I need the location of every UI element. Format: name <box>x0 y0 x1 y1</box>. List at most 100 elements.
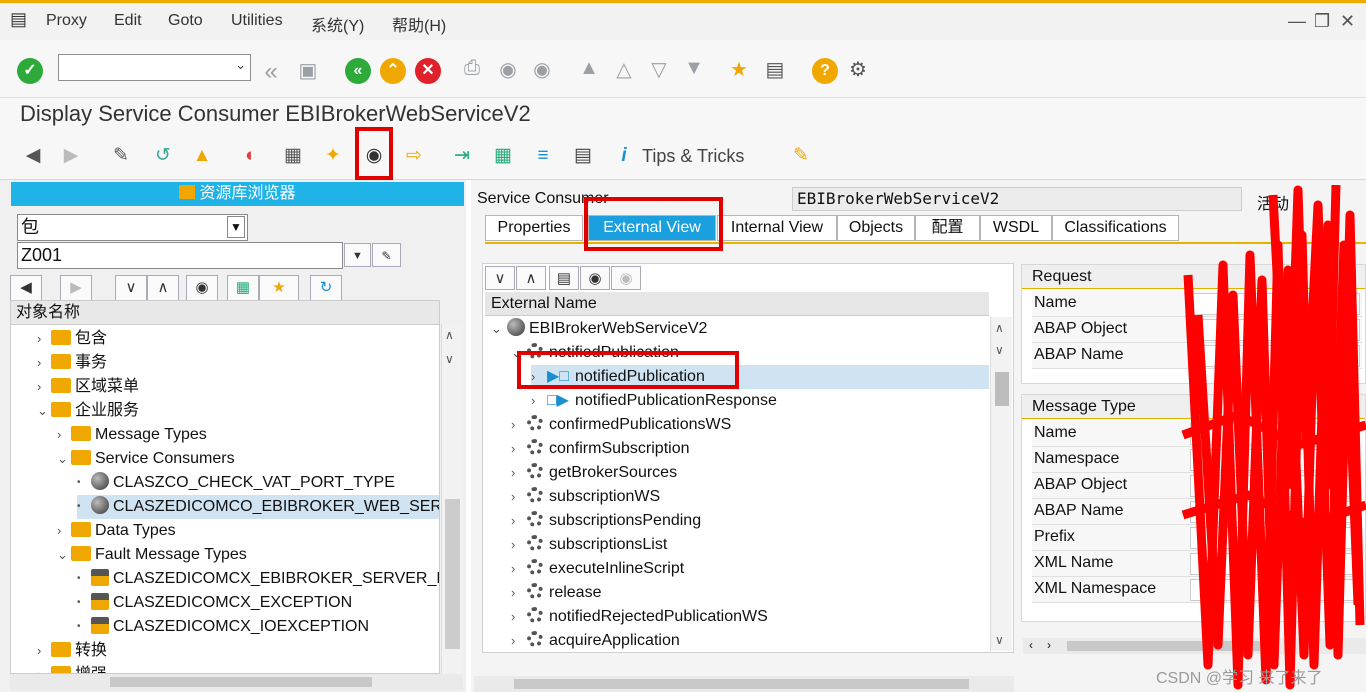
details-icon[interactable]: ▤ <box>549 266 579 290</box>
tree-node-ioexception[interactable]: • CLASZEDICOMCX_IOEXCEPTION <box>77 615 369 639</box>
chevron-right-icon[interactable]: › <box>37 375 49 399</box>
activate-icon[interactable]: ▲ <box>189 143 215 169</box>
chevron-down-icon[interactable]: ⌄ <box>491 317 503 341</box>
create-session-icon[interactable]: ★ <box>728 57 750 81</box>
next-page-icon[interactable]: ▽ <box>648 57 670 81</box>
tab-objects[interactable]: Objects <box>837 215 915 241</box>
chevron-right-icon[interactable]: › <box>37 327 49 351</box>
scroll-left-icon[interactable]: ‹ <box>1029 638 1033 652</box>
tree-node-operation[interactable]: › release <box>511 581 601 605</box>
sap-menu-icon[interactable]: ▤ <box>10 9 27 30</box>
refresh-icon[interactable]: ↻ <box>310 275 342 301</box>
chevron-right-icon[interactable]: › <box>37 639 49 663</box>
tree-node-operation[interactable]: › confirmSubscription <box>511 437 690 461</box>
tab-configuration[interactable]: 配置 <box>915 215 980 241</box>
tab-classifications[interactable]: Classifications <box>1052 215 1179 241</box>
help-icon[interactable]: ? <box>812 58 838 84</box>
scroll-thumb[interactable] <box>514 679 969 689</box>
import-icon[interactable]: ⇥ <box>449 143 475 169</box>
menu-help[interactable]: 帮助(H) <box>392 12 446 36</box>
find-icon[interactable]: ◉ <box>497 57 519 81</box>
favorites-star-icon[interactable]: ★ <box>259 275 299 301</box>
settings-gear-icon[interactable]: ⚙ <box>847 57 869 81</box>
collapse-all-icon[interactable]: ∧ <box>147 275 179 301</box>
object-name-input[interactable]: Z001 <box>17 242 343 269</box>
chevron-down-icon[interactable]: ⌄ <box>57 447 69 471</box>
chevron-down-icon[interactable]: ⌄ <box>57 543 69 567</box>
restore-icon[interactable]: ❐ <box>1314 11 1330 32</box>
chevron-right-icon[interactable]: › <box>511 557 523 581</box>
close-window-icon[interactable]: ✕ <box>1340 11 1355 32</box>
expand-all-icon[interactable]: ∨ <box>485 266 515 290</box>
object-type-select[interactable]: 包 ▼ <box>17 214 248 241</box>
tree-node-operation[interactable]: › acquireApplication <box>511 629 680 653</box>
navigate-icon[interactable]: ⇨ <box>401 143 427 169</box>
tab-properties[interactable]: Properties <box>485 215 583 241</box>
chevron-right-icon[interactable]: › <box>511 581 523 605</box>
info-icon[interactable]: i <box>611 143 637 169</box>
last-page-icon[interactable]: ▼ <box>683 57 705 81</box>
tree-node-operation[interactable]: › subscriptionWS <box>511 485 660 509</box>
collapse-double-left-icon[interactable]: « <box>260 58 282 85</box>
tree-node-transactions[interactable]: › 事务 <box>37 351 107 375</box>
menu-system[interactable]: 系统(Y) <box>311 12 364 36</box>
tree-vertical-scrollbar[interactable]: ∧ ∨ <box>441 324 463 674</box>
tree-node-ebibroker-web-service[interactable]: • CLASZEDICOMCO_EBIBROKER_WEB_SERVI <box>77 495 439 519</box>
print-icon[interactable]: ⎙ <box>461 57 483 81</box>
check-icon[interactable]: ◐ <box>238 143 264 169</box>
tree-node-operation[interactable]: › getBrokerSources <box>511 461 677 485</box>
tree-node-operation[interactable]: › subscriptionsPending <box>511 509 701 533</box>
tree-node-message-types[interactable]: › Message Types <box>57 423 207 447</box>
tree-horizontal-scrollbar[interactable] <box>10 674 463 690</box>
object-name-dropdown-button[interactable]: ▼ <box>344 243 371 267</box>
expand-all-icon[interactable]: ∨ <box>115 275 147 301</box>
chevron-right-icon[interactable]: › <box>511 437 523 461</box>
chevron-right-icon[interactable]: › <box>511 461 523 485</box>
chevron-down-icon[interactable]: ▼ <box>227 216 245 238</box>
collapse-all-icon[interactable]: ∧ <box>516 266 546 290</box>
chevron-right-icon[interactable]: › <box>511 485 523 509</box>
chevron-right-icon[interactable]: › <box>511 533 523 557</box>
chevron-down-icon[interactable]: ⌄ <box>37 399 49 423</box>
tree-node-operation[interactable]: › executeInlineScript <box>511 557 684 581</box>
stack-icon[interactable]: ≡ <box>530 143 556 169</box>
first-page-icon[interactable]: ▲ <box>578 57 600 81</box>
scroll-down-icon[interactable]: ∨ <box>995 343 1004 357</box>
scroll-thumb[interactable] <box>110 677 372 687</box>
tree-node-enterprise-services[interactable]: ⌄ 企业服务 <box>37 399 139 423</box>
notes-icon[interactable]: ✎ <box>788 143 814 169</box>
external-tree-hscrollbar[interactable] <box>474 676 1014 692</box>
menu-edit[interactable]: Edit <box>114 12 142 30</box>
scroll-thumb[interactable] <box>995 372 1009 406</box>
find-next-icon[interactable]: ◉ <box>531 57 553 81</box>
chevron-right-icon[interactable]: › <box>37 663 49 673</box>
menu-proxy[interactable]: Proxy <box>46 12 87 30</box>
exit-icon[interactable]: ⌃ <box>380 58 406 84</box>
scroll-right-icon[interactable]: › <box>1047 638 1051 652</box>
details-hscrollbar[interactable]: ‹ › <box>1023 638 1366 654</box>
scroll-up-icon[interactable]: ∧ <box>995 321 1004 335</box>
display-change-icon[interactable]: ✎ <box>108 143 134 169</box>
forward-icon[interactable]: ▶ <box>60 275 92 301</box>
tab-wsdl[interactable]: WSDL <box>980 215 1052 241</box>
find-next-icon[interactable]: ◉ <box>611 266 641 290</box>
tree-node-include[interactable]: › 包含 <box>37 327 107 351</box>
chevron-right-icon[interactable]: › <box>511 509 523 533</box>
chevron-right-icon[interactable]: › <box>531 389 543 413</box>
tree-node-data-types[interactable]: › Data Types <box>57 519 176 543</box>
chevron-right-icon[interactable]: › <box>511 605 523 629</box>
tree-node-response-message[interactable]: › □▶ notifiedPublicationResponse <box>531 389 777 413</box>
tree-node-service[interactable]: ⌄ EBIBrokerWebServiceV2 <box>491 317 707 341</box>
scroll-down-icon[interactable]: ∨ <box>445 352 454 366</box>
menu-utilities[interactable]: Utilities <box>231 12 283 30</box>
back-arrow-icon[interactable]: ◀ <box>20 143 46 169</box>
scroll-up-icon[interactable]: ∧ <box>445 328 454 342</box>
tree-node-fault-message-types[interactable]: ⌄ Fault Message Types <box>57 543 247 567</box>
find-icon[interactable]: ◉ <box>186 275 218 301</box>
tree-node-operation[interactable]: › notifiedRejectedPublicationWS <box>511 605 768 629</box>
scroll-thumb[interactable] <box>1067 641 1267 651</box>
save-icon[interactable]: ▣ <box>297 58 319 82</box>
other-object-icon[interactable]: ↺ <box>150 143 176 169</box>
hierarchy-icon[interactable]: ▦ <box>227 275 259 301</box>
cancel-icon[interactable]: ✕ <box>415 58 441 84</box>
